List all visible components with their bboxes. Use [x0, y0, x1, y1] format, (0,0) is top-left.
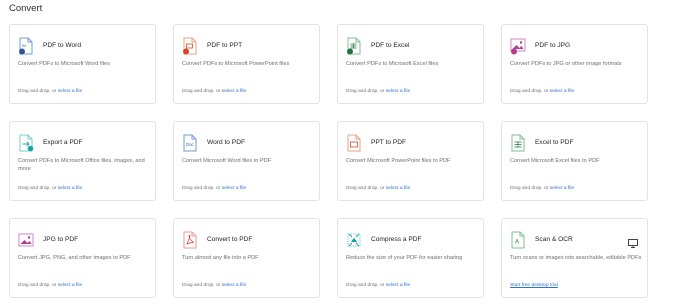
tool-card-pdf-to-excel[interactable]: PDF to Excel Convert PDFs to Microsoft E…: [337, 24, 484, 104]
card-description: Convert PDFs to Microsoft Word files: [18, 61, 110, 67]
select-file-link[interactable]: select a file: [386, 89, 410, 94]
start-trial-link[interactable]: Start free desktop trial: [510, 283, 558, 288]
card-description: Convert PDFs to JPG or other image forma…: [510, 61, 622, 67]
tool-card-ppt-to-pdf[interactable]: PPT to PDF Convert Microsoft PowerPoint …: [337, 121, 484, 201]
drop-hint: Drag and drop, or select a file: [346, 283, 411, 288]
svg-text:Doc: Doc: [186, 142, 193, 147]
card-title: Word to PDF: [207, 139, 245, 146]
card-description: Convert JPG, PNG, and other images to PD…: [18, 255, 131, 261]
select-file-link[interactable]: select a file: [58, 186, 82, 191]
select-file-link[interactable]: select a file: [550, 89, 574, 94]
excel-document-icon: [510, 134, 526, 152]
select-file-link[interactable]: select a file: [58, 283, 82, 288]
svg-text:A: A: [515, 240, 519, 246]
section-title: Convert: [9, 3, 43, 14]
select-file-link[interactable]: select a file: [58, 89, 82, 94]
tool-card-export-a-pdf[interactable]: Export a PDF Convert PDFs to Microsoft O…: [9, 121, 156, 201]
card-description: Convert Microsoft Word files to PDF: [182, 158, 272, 164]
card-title: JPG to PDF: [43, 236, 79, 243]
card-title: PPT to PDF: [371, 139, 407, 146]
card-title: PDF to PPT: [207, 42, 243, 49]
tool-card-pdf-to-jpg[interactable]: PDF to JPG Convert PDFs to JPG or other …: [501, 24, 648, 104]
drop-hint: Drag and drop, or select a file: [510, 186, 575, 191]
svg-text:W: W: [22, 43, 26, 48]
tool-card-word-to-pdf[interactable]: Doc Word to PDF Convert Microsoft Word f…: [173, 121, 320, 201]
card-description: Turn almost any file into a PDF: [182, 255, 259, 261]
card-description: Convert PDFs to Microsoft Office files, …: [18, 158, 145, 173]
card-description: Convert Microsoft PowerPoint files to PD…: [346, 158, 451, 164]
card-title: Compress a PDF: [371, 236, 422, 243]
tool-card-pdf-to-ppt[interactable]: PDF to PPT Convert PDFs to Microsoft Pow…: [173, 24, 320, 104]
drop-hint: Drag and drop, or select a file: [18, 89, 83, 94]
drop-hint: Drag and drop, or select a file: [18, 186, 83, 191]
card-title: PDF to Word: [43, 42, 81, 49]
select-file-link[interactable]: select a file: [386, 283, 410, 288]
card-description: Convert PDFs to Microsoft Excel files: [346, 61, 439, 67]
create-pdf-icon: [182, 231, 198, 249]
tool-card-excel-to-pdf[interactable]: Excel to PDF Convert Microsoft Excel fil…: [501, 121, 648, 201]
compress-pdf-icon: [346, 231, 362, 249]
monitor-icon: [628, 235, 638, 248]
export-pdf-icon: [18, 134, 34, 152]
card-title: PDF to Excel: [371, 42, 410, 49]
select-file-link[interactable]: select a file: [222, 89, 246, 94]
tool-card-convert-to-pdf[interactable]: Convert to PDF Turn almost any file into…: [173, 218, 320, 298]
select-file-link[interactable]: select a file: [386, 186, 410, 191]
select-file-link[interactable]: select a file: [550, 186, 574, 191]
select-file-link[interactable]: select a file: [222, 283, 246, 288]
tool-card-jpg-to-pdf[interactable]: JPG to PDF Convert JPG, PNG, and other i…: [9, 218, 156, 298]
drop-hint: Drag and drop, or select a file: [510, 89, 575, 94]
drop-hint: Drag and drop, or select a file: [18, 283, 83, 288]
card-description: Convert Microsoft Excel files to PDF: [510, 158, 600, 164]
card-title: Convert to PDF: [207, 236, 253, 243]
drop-hint: Drag and drop, or select a file: [346, 186, 411, 191]
card-title: Scan & OCR: [535, 236, 573, 243]
card-description: Reduce the size of your PDF for easier s…: [346, 255, 463, 261]
image-file-icon: [510, 37, 526, 55]
tool-card-scan-ocr[interactable]: A Scan & OCR Turn scans or images into s…: [501, 218, 648, 298]
drop-hint: Drag and drop, or select a file: [182, 186, 247, 191]
drop-hint: Drag and drop, or select a file: [182, 89, 247, 94]
word-document-icon: Doc: [182, 134, 198, 152]
ppt-document-icon: [346, 134, 362, 152]
card-title: Excel to PDF: [535, 139, 574, 146]
jpg-image-icon: [18, 231, 34, 249]
tool-card-compress-a-pdf[interactable]: Compress a PDF Reduce the size of your P…: [337, 218, 484, 298]
card-title: Export a PDF: [43, 139, 83, 146]
drop-hint: Drag and drop, or select a file: [346, 89, 411, 94]
ppt-file-icon: [182, 37, 198, 55]
scan-ocr-icon: A: [510, 231, 526, 249]
tool-card-pdf-to-word[interactable]: W PDF to Word Convert PDFs to Microsoft …: [9, 24, 156, 104]
word-file-icon: W: [18, 37, 34, 55]
tool-grid: W PDF to Word Convert PDFs to Microsoft …: [9, 24, 679, 307]
select-file-link[interactable]: select a file: [222, 186, 246, 191]
card-description: Turn scans or images into searchable, ed…: [510, 255, 642, 261]
card-description: Convert PDFs to Microsoft PowerPoint fil…: [182, 61, 290, 67]
drop-hint: Drag and drop, or select a file: [182, 283, 247, 288]
excel-file-icon: [346, 37, 362, 55]
card-title: PDF to JPG: [535, 42, 571, 49]
